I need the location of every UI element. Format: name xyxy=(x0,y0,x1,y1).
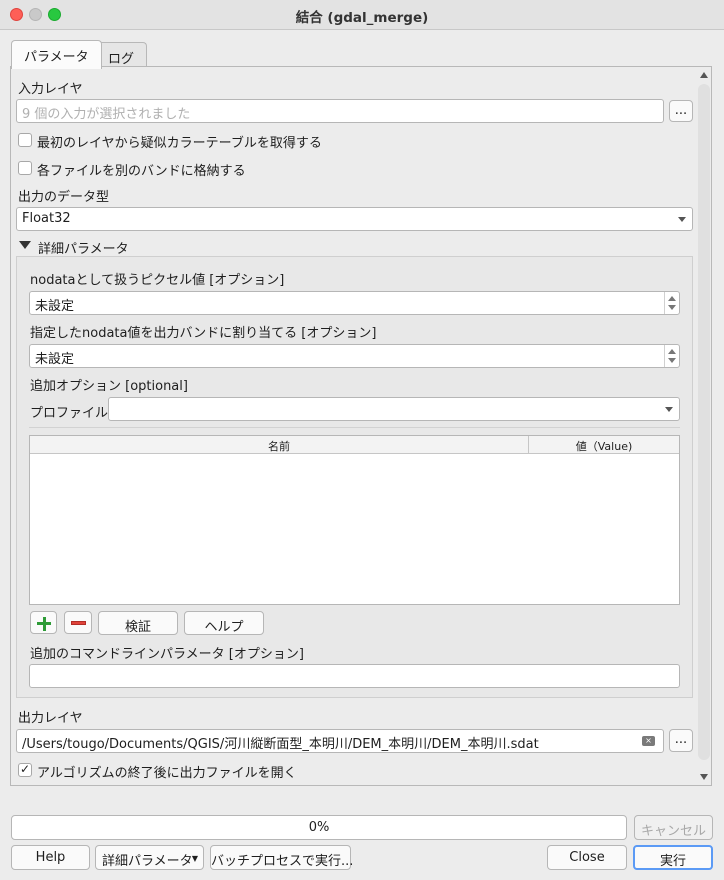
data-type-label: 出力のデータ型 xyxy=(18,190,110,205)
help-table-button[interactable]: ヘルプ xyxy=(184,611,264,635)
scroll-up-icon[interactable] xyxy=(700,72,708,78)
advanced-dropdown-label: 詳細パラメータ xyxy=(102,854,193,869)
input-layer-field[interactable]: 9 個の入力が選択されました xyxy=(16,99,664,123)
remove-row-button[interactable] xyxy=(64,611,92,634)
creation-options-label: 追加オプション [optional] xyxy=(30,379,188,394)
advanced-header[interactable]: 詳細パラメータ xyxy=(38,238,129,257)
spin-arrows-icon[interactable] xyxy=(664,345,679,367)
clear-icon[interactable]: × xyxy=(642,736,655,746)
profile-label: プロファイル xyxy=(30,406,109,421)
tab-log[interactable]: ログ xyxy=(95,42,148,67)
output-label: 出力レイヤ xyxy=(18,711,83,726)
validate-button[interactable]: 検証 xyxy=(98,611,178,635)
data-type-value: Float32 xyxy=(22,211,71,226)
separate-checkbox[interactable] xyxy=(18,161,32,175)
profile-select[interactable] xyxy=(108,397,680,421)
close-button[interactable]: Close xyxy=(547,845,627,870)
spin-arrows-icon[interactable] xyxy=(664,292,679,314)
checkmark-icon: ✓ xyxy=(20,762,31,776)
column-header-value[interactable]: 値（Value) xyxy=(529,436,679,454)
output-browse-button[interactable]: ... xyxy=(669,729,693,752)
progress-text: 0% xyxy=(308,820,330,835)
chevron-down-icon: ▼ xyxy=(191,854,198,863)
data-type-select[interactable]: Float32 xyxy=(16,207,693,231)
add-row-button[interactable] xyxy=(30,611,57,634)
progress-bar: 0% xyxy=(11,815,627,840)
extra-cmd-label: 追加のコマンドラインパラメータ [オプション] xyxy=(30,647,304,662)
tab-parameters[interactable]: パラメータ xyxy=(11,40,102,69)
tab-parameters-label: パラメータ xyxy=(24,50,89,65)
minus-icon xyxy=(71,621,86,625)
output-path-field[interactable]: /Users/tougo/Documents/QGIS/河川縦断面型_本明川/D… xyxy=(16,729,664,753)
scroll-thumb[interactable] xyxy=(698,84,710,760)
help-button[interactable]: Help xyxy=(11,845,90,870)
output-path-value: /Users/tougo/Documents/QGIS/河川縦断面型_本明川/D… xyxy=(22,737,539,752)
batch-button[interactable]: バッチプロセスで実行... xyxy=(210,845,353,870)
column-header-name[interactable]: 名前 xyxy=(30,436,529,454)
pct-checkbox[interactable] xyxy=(18,133,32,147)
chevron-down-icon xyxy=(665,407,673,412)
separate-label: 各ファイルを別のバンドに格納する xyxy=(37,164,246,179)
pct-label: 最初のレイヤから疑似カラーテーブルを取得する xyxy=(37,136,322,151)
nodata-input-value: 未設定 xyxy=(35,299,75,314)
divider xyxy=(29,427,680,428)
open-output-checkbox[interactable]: ✓ xyxy=(18,762,32,777)
options-table[interactable]: 名前 値（Value) xyxy=(29,435,680,605)
open-output-label: アルゴリズムの終了後に出力ファイルを開く xyxy=(37,766,297,781)
nodata-input-label: nodataとして扱うピクセル値 [オプション] xyxy=(30,273,285,288)
panel-scrollbar[interactable] xyxy=(698,72,710,784)
nodata-input-spinbox[interactable]: 未設定 xyxy=(29,291,680,315)
advanced-dropdown-button[interactable]: 詳細パラメータ ▼ xyxy=(95,845,204,870)
input-layer-browse-button[interactable]: ... xyxy=(669,100,693,122)
run-button[interactable]: 実行 xyxy=(633,845,713,870)
window-title: 結合 (gdal_merge) xyxy=(295,10,429,26)
nodata-output-label: 指定したnodata値を出力バンドに割り当てる [オプション] xyxy=(30,326,377,341)
nodata-output-spinbox[interactable]: 未設定 xyxy=(29,344,680,368)
chevron-down-icon xyxy=(678,217,686,222)
tab-log-label: ログ xyxy=(108,52,135,67)
extra-cmd-input[interactable] xyxy=(29,664,680,688)
scroll-down-icon[interactable] xyxy=(700,774,708,780)
input-layer-placeholder: 9 個の入力が選択されました xyxy=(22,107,191,122)
cancel-button[interactable]: キャンセル xyxy=(634,815,713,840)
title-bar: 結合 (gdal_merge) xyxy=(0,0,724,30)
input-layer-label: 入力レイヤ xyxy=(18,82,83,97)
nodata-output-value: 未設定 xyxy=(35,352,75,367)
collapse-triangle-icon[interactable] xyxy=(19,241,31,249)
